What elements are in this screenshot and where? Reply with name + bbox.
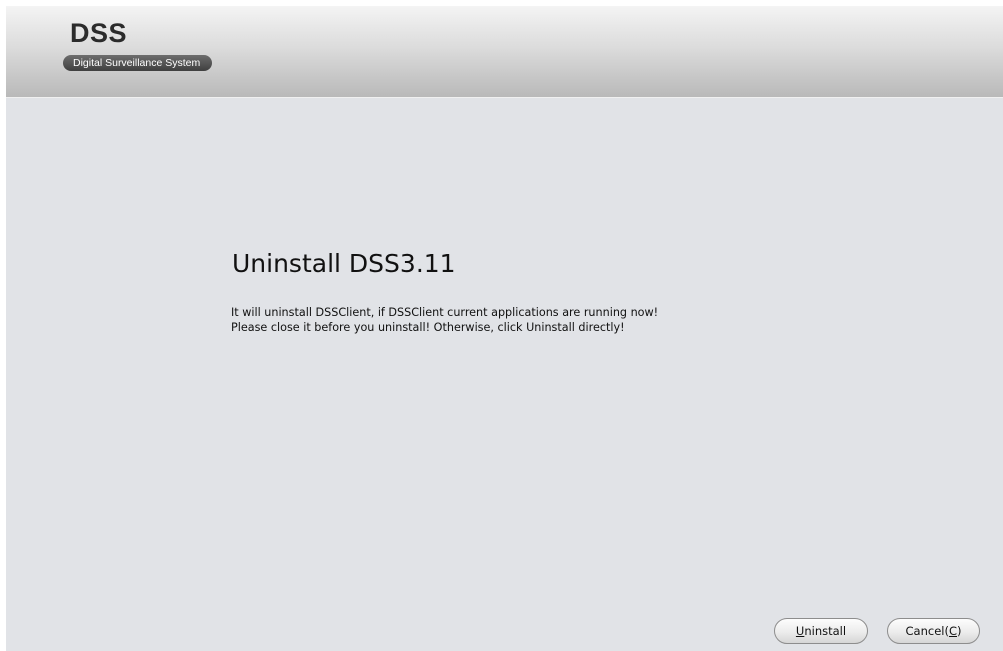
page-title: Uninstall DSS3.11 [232, 249, 456, 278]
uninstall-label-rest: ninstall [804, 624, 847, 638]
uninstall-button[interactable]: Uninstall [774, 618, 868, 644]
logo-subtitle: Digital Surveillance System [63, 55, 213, 71]
cancel-button[interactable]: Cancel(C) [887, 618, 980, 644]
header-banner: DSS Digital Surveillance System [6, 6, 1003, 98]
description-line-2: Please close it before you uninstall! Ot… [231, 321, 625, 334]
header-divider [6, 97, 1003, 98]
installer-window: DSS Digital Surveillance System Uninstal… [6, 6, 1003, 651]
cancel-label-prefix: Cancel( [905, 624, 949, 638]
cancel-mnemonic: C [948, 624, 957, 638]
logo-title: DSS [70, 18, 128, 48]
description-line-1: It will uninstall DSSClient, if DSSClien… [231, 306, 659, 319]
cancel-label-suffix: ) [956, 624, 962, 638]
description-text: It will uninstall DSSClient, if DSSClien… [231, 305, 658, 335]
